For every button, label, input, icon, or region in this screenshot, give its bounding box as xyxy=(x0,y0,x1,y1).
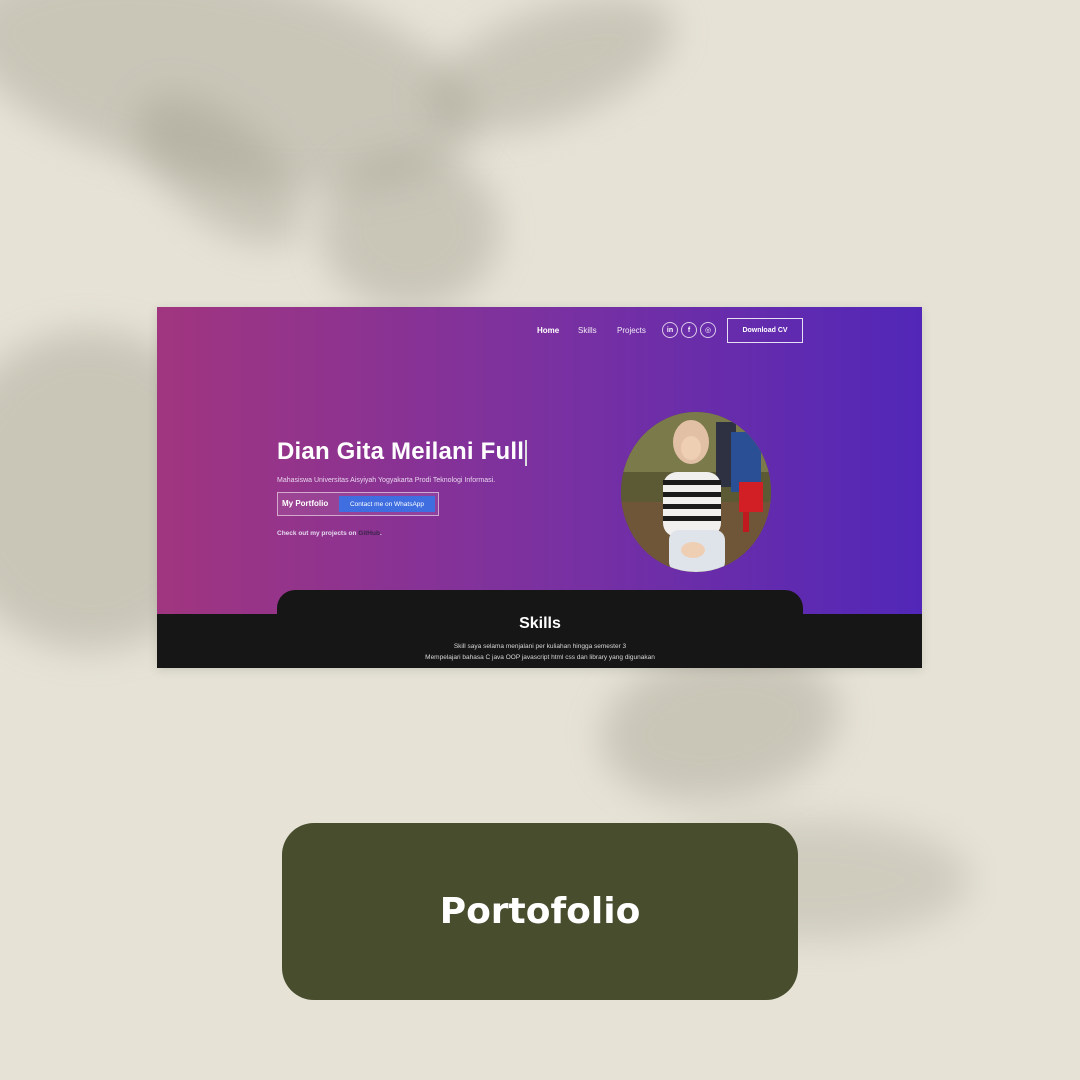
skills-title: Skills xyxy=(519,615,561,632)
hero-button-group: My Portfolio Contact me on WhatsApp xyxy=(277,492,439,516)
portofolio-banner: Portofolio xyxy=(282,823,798,1000)
profile-photo-illustration xyxy=(621,412,771,572)
instagram-icon[interactable]: ◎ xyxy=(700,322,716,338)
typing-cursor xyxy=(525,439,527,466)
github-line: Check out my projects on GitHub. xyxy=(277,530,382,537)
facebook-icon[interactable]: f xyxy=(681,322,697,338)
github-suffix: . xyxy=(379,530,382,537)
hero-section: Home Skills Projects in f ◎ Download CV … xyxy=(157,307,922,614)
skills-description-line-2: Mempelajari bahasa C java OOP javascript… xyxy=(425,654,655,661)
linkedin-icon[interactable]: in xyxy=(662,322,678,338)
profile-photo xyxy=(621,412,771,572)
navbar: Home Skills Projects in f ◎ Download CV xyxy=(157,318,922,344)
hero-subtitle: Mahasiswa Universitas Aisyiyah Yogyakart… xyxy=(277,477,496,484)
skills-description-line-1: Skill saya selama menjalani per kuliahan… xyxy=(453,643,627,650)
download-cv-button[interactable]: Download CV xyxy=(727,318,803,343)
nav-skills-link[interactable]: Skills xyxy=(578,326,597,335)
hero-title-text: Dian Gita Meilani Full xyxy=(277,438,525,465)
leaf-shadow xyxy=(320,150,500,310)
skills-card: Skills Skill saya selama menjalani per k… xyxy=(277,590,803,668)
nav-projects-link[interactable]: Projects xyxy=(617,326,646,335)
my-portfolio-button[interactable]: My Portfolio xyxy=(282,499,328,508)
hero-title: Dian Gita Meilani Full xyxy=(277,438,527,466)
github-link[interactable]: GitHub xyxy=(358,530,380,537)
nav-home-link[interactable]: Home xyxy=(537,326,559,335)
github-prefix: Check out my projects on xyxy=(277,530,359,537)
website-screenshot: Home Skills Projects in f ◎ Download CV … xyxy=(157,307,922,668)
whatsapp-contact-button[interactable]: Contact me on WhatsApp xyxy=(339,496,435,512)
